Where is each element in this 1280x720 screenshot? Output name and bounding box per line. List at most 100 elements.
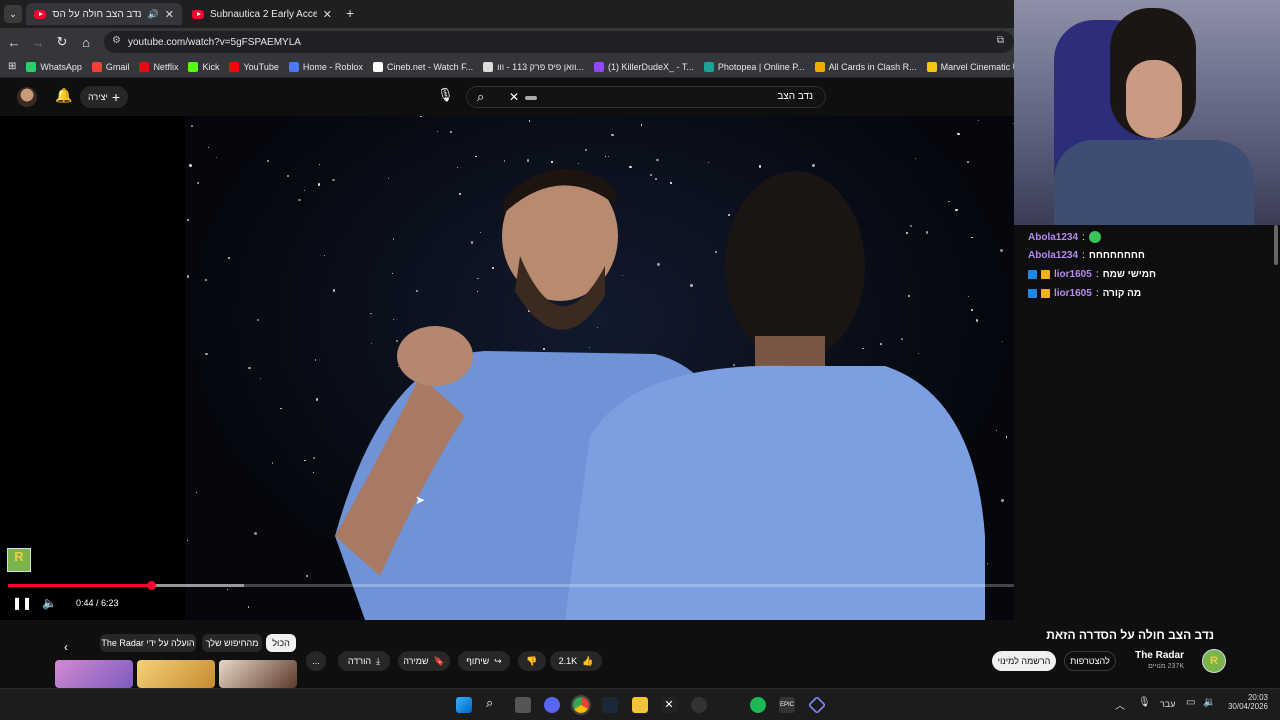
close-tab-icon[interactable]: ✕ <box>323 8 332 21</box>
reload-icon[interactable]: ↻ <box>50 34 74 50</box>
channel-name[interactable]: The Radar <box>1135 650 1184 661</box>
channel-avatar[interactable]: R <box>1202 649 1226 673</box>
related-thumbnail[interactable] <box>137 660 215 688</box>
filter-chip[interactable]: הכול <box>266 634 296 652</box>
bookmark-item[interactable]: Kick <box>188 61 219 72</box>
bookmark-item[interactable]: Netflix <box>139 61 178 72</box>
microphone-tray-icon[interactable]: 🎙 <box>1138 697 1151 708</box>
bookmark-favicon-icon <box>26 61 37 72</box>
site-info-icon[interactable]: ⚙ <box>112 35 121 46</box>
tray-chevron-icon[interactable]: ︿ <box>1115 697 1125 712</box>
bookmark-item[interactable]: Marvel Cinematic U... <box>926 61 1014 72</box>
apps-grid-icon[interactable]: ⊞ <box>8 61 16 72</box>
search-box[interactable]: ⌕ ✕ נדב הצב <box>466 86 826 108</box>
bookmark-item[interactable]: Cineb.net - Watch F... <box>372 61 473 72</box>
progress-bar[interactable] <box>8 581 1014 590</box>
pause-icon[interactable]: ❚❚ <box>12 596 32 610</box>
download-button[interactable]: הורדה ⤓ <box>338 651 390 671</box>
share-label: שיתוף <box>466 656 490 666</box>
back-arrow-icon[interactable]: ← <box>2 35 26 50</box>
subscriber-count: 237K מנויים <box>1148 663 1184 670</box>
bookmark-item[interactable]: (1) KillerDudeX_ - T... <box>593 61 694 72</box>
volume-icon[interactable]: 🔈 <box>42 596 57 610</box>
browser-toolbar: ← → ↻ ⌂ ⚙ youtube.com/watch?v=5gFSPAEMYL… <box>0 28 1014 56</box>
bookmark-label: Marvel Cinematic U... <box>940 61 1014 72</box>
obs-icon[interactable] <box>691 697 707 713</box>
steam-icon[interactable] <box>602 697 618 713</box>
discord-icon[interactable] <box>544 697 560 713</box>
dislike-button[interactable]: 👎 <box>518 651 546 671</box>
bookmark-item[interactable]: Gmail <box>91 61 129 72</box>
plus-icon: + <box>111 89 120 105</box>
language-indicator[interactable]: עבר <box>1160 699 1175 709</box>
chat-username[interactable]: lior1605 <box>1054 269 1092 280</box>
bookmark-item[interactable]: Home - Roblox <box>288 61 363 72</box>
keyboard-icon[interactable] <box>525 96 537 100</box>
network-icon[interactable]: ▭ <box>1186 697 1195 708</box>
create-button[interactable]: יצירה + <box>80 86 128 108</box>
create-label: יצירה <box>87 92 108 102</box>
chat-username[interactable]: Abola1234 <box>1028 250 1078 261</box>
related-thumbnail[interactable] <box>55 660 133 688</box>
subscriber-badge-icon <box>1028 270 1037 279</box>
install-app-icon[interactable]: ⧉ <box>997 35 1004 46</box>
spotify-icon[interactable] <box>750 697 766 713</box>
bookmark-favicon-icon <box>926 61 937 72</box>
mouse-cursor-icon: ➤ <box>415 493 426 507</box>
search-icon[interactable]: ⌕ <box>477 89 484 105</box>
volume-tray-icon[interactable]: 🔉 <box>1203 697 1215 708</box>
scrubber-knob[interactable] <box>146 581 156 590</box>
tab-title: Subnautica 2 Early Access Cine <box>210 8 317 20</box>
start-windows-icon[interactable] <box>456 697 472 713</box>
bookmark-item[interactable]: וואן פיס פרק 113 - ווו... <box>483 61 584 72</box>
related-thumbnail[interactable] <box>219 660 297 688</box>
forward-arrow-icon[interactable]: → <box>26 35 50 50</box>
bookmark-favicon-icon <box>593 61 604 72</box>
save-button[interactable]: שמירה 🔖 <box>398 651 450 671</box>
clock[interactable]: 20:03 30/04/2026 <box>1224 693 1268 711</box>
bookmark-item[interactable]: Photopea | Online P... <box>703 61 805 72</box>
tab-subnautica[interactable]: Subnautica 2 Early Access Cine ✕ <box>184 3 340 25</box>
app-diamond-icon[interactable] <box>807 695 827 715</box>
bookmark-favicon-icon <box>229 61 240 72</box>
chat-username[interactable]: Abola1234 <box>1028 232 1078 243</box>
more-actions-button[interactable]: ... <box>306 651 326 671</box>
like-dislike-group: 2.1K 👍 <box>550 651 602 671</box>
video-player[interactable]: R ➤ ❚❚ 🔈 0:44 / 6:23 <box>0 116 1014 620</box>
join-button[interactable]: להצטרפות <box>1064 651 1116 671</box>
bookmark-item[interactable]: WhatsApp <box>26 61 82 72</box>
epic-games-icon[interactable]: EPIC <box>779 697 795 713</box>
channel-watermark[interactable]: R <box>7 548 31 572</box>
subscribe-button[interactable]: הרשמה למינוי <box>992 651 1056 671</box>
app-icon[interactable]: ✕ <box>661 697 677 713</box>
new-tab-button[interactable]: + <box>346 5 354 21</box>
bookmark-item[interactable]: All Cards in Clash R... <box>814 61 917 72</box>
chips-prev-chevron-icon[interactable]: ‹ <box>64 640 68 654</box>
home-icon[interactable]: ⌂ <box>74 35 98 50</box>
tab-search-chevron-icon[interactable]: ⌄ <box>4 5 22 23</box>
chat-scrollbar[interactable] <box>1274 225 1278 265</box>
chat-separator: : <box>1095 269 1099 280</box>
file-explorer-icon[interactable] <box>632 697 648 713</box>
windows-taskbar: ⌕ ✕ EPIC ︿ 🎙 עבר ▭ 🔉 20:03 30/04/2026 <box>0 688 1280 720</box>
filter-chip[interactable]: מהחיפוש שלך <box>202 634 262 652</box>
clear-search-icon[interactable]: ✕ <box>509 90 519 104</box>
close-tab-icon[interactable]: ✕ <box>165 8 174 21</box>
filter-chip[interactable]: הועלה על ידי The Radar <box>100 634 196 652</box>
bookmark-item[interactable]: YouTube <box>229 61 279 72</box>
search-input[interactable]: נדב הצב <box>777 91 813 102</box>
address-bar[interactable]: ⚙ youtube.com/watch?v=5gFSPAEMYLA ⧉ <box>104 31 1014 53</box>
notifications-bell-icon[interactable]: 🔔 <box>55 87 72 104</box>
avatar[interactable] <box>17 87 37 107</box>
microphone-icon[interactable]: 🎙 <box>437 87 454 103</box>
task-view-icon[interactable] <box>515 697 531 713</box>
thumbs-up-icon[interactable]: 👍 <box>582 656 593 667</box>
speaker-icon: 🔊 <box>147 8 159 19</box>
bookmark-label: (1) KillerDudeX_ - T... <box>607 61 694 72</box>
chrome-icon[interactable] <box>571 695 591 715</box>
chat-username[interactable]: lior1605 <box>1054 288 1092 299</box>
search-icon[interactable]: ⌕ <box>486 695 502 711</box>
tab-video[interactable]: נדב הצב חולה על הסדרה ה 🔊 ✕ <box>26 3 182 25</box>
share-button[interactable]: שיתוף ↪ <box>458 651 510 671</box>
bookmark-favicon-icon <box>372 61 383 72</box>
